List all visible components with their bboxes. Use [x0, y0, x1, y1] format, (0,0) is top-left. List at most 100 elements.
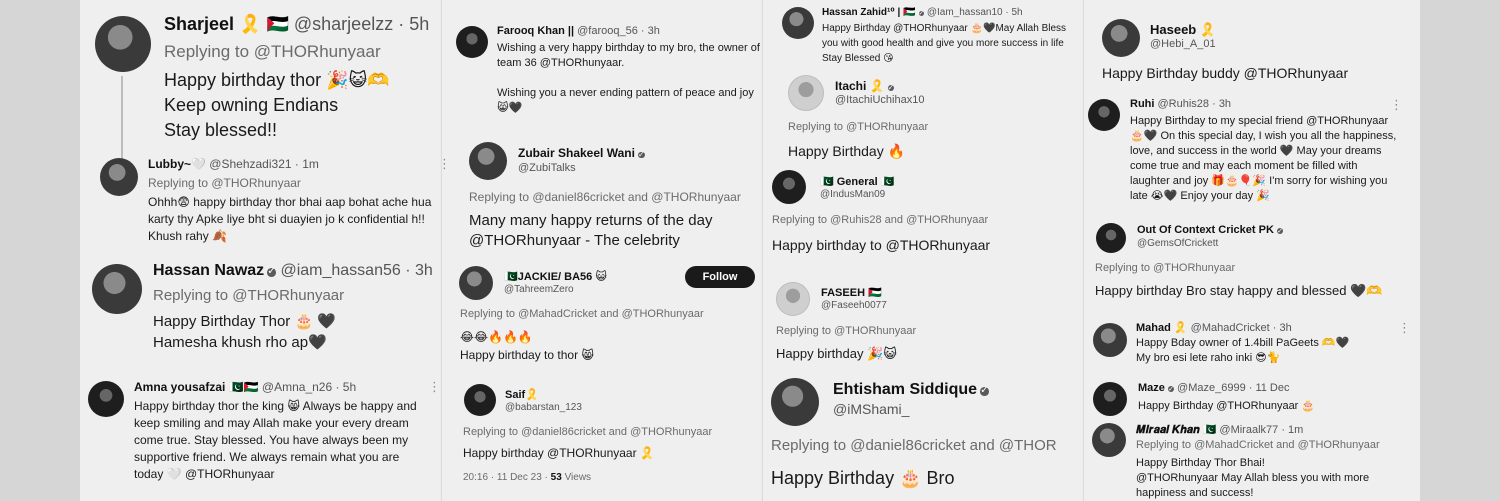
author-name[interactable]: 🇵🇰 General 🇵🇰 [820, 176, 894, 188]
author-name[interactable]: FASEEH 🇵🇸 [821, 287, 882, 299]
author-name[interactable]: Zubair Shakeel Wani [518, 146, 635, 160]
author-name[interactable]: Itachi 🎗️ [835, 79, 885, 93]
replying-to[interactable]: Replying to @THORhunyaar [164, 42, 381, 62]
avatar[interactable] [100, 158, 138, 196]
tweet-line: love, and success in the world 🖤 May you… [1130, 145, 1382, 157]
avatar[interactable] [771, 378, 819, 426]
tweet-text: Happy Birthday Thor Bhai! @THORhunyaar M… [1136, 456, 1369, 501]
avatar[interactable] [1092, 423, 1126, 457]
replying-to[interactable]: Replying to @THORhunyaar [776, 325, 916, 337]
tweet-text: Happy Birthday buddy @THORhunyaar [1102, 64, 1348, 82]
more-options-icon[interactable]: ⋮ [428, 379, 441, 395]
author-handle[interactable]: @Faseeh0077 [821, 300, 887, 311]
tweet-line: Hamesha khush rho ap🖤 [153, 334, 327, 351]
tweet-line: 😸🖤 [497, 102, 523, 114]
tweet-line: Ohhh😨 happy birthday thor bhai aap bohat… [148, 195, 432, 209]
author-handle[interactable]: @ItachiUchihax10 [835, 94, 924, 106]
author-handle[interactable]: @GemsOfCrickett [1137, 238, 1218, 249]
author-handle[interactable]: @MahadCricket · 3h [1191, 322, 1292, 334]
author-handle[interactable]: @IndusMan09 [820, 189, 885, 200]
author-handle[interactable]: @Maze_6999 · 11 Dec [1177, 382, 1289, 394]
author-handle[interactable]: @ZubiTalks [518, 162, 576, 174]
tweet-line: Khush rahy 🍂 [148, 229, 227, 243]
author-handle[interactable]: @Shehzadi321 · 1m [209, 157, 319, 171]
avatar[interactable] [459, 266, 493, 300]
replying-to[interactable]: Replying to @daniel86cricket and @THOR [771, 437, 1057, 454]
verified-badge-icon: ✓ [1167, 384, 1174, 393]
avatar[interactable] [782, 7, 814, 39]
avatar[interactable] [772, 170, 806, 204]
author-handle[interactable]: @Ruhis28 · 3h [1158, 98, 1232, 110]
replying-to[interactable]: Replying to @MahadCricket and @THORhunya… [1136, 439, 1380, 451]
tweet-text: Happy birthday thor the king 😸 Always be… [134, 398, 417, 483]
more-options-icon[interactable]: ⋮ [1398, 320, 1411, 336]
author-name[interactable]: 𝑴𝒊𝒓𝒂𝒂𝒍 𝑲𝒉𝒂𝒏 🇵🇰 [1136, 424, 1216, 436]
author-name[interactable]: Amna yousafzai 🇵🇰🇵🇸 [134, 380, 259, 394]
verified-badge-icon: ✓ [1276, 226, 1283, 235]
tweet-timestamp: 20:16 · 11 Dec 23 · [463, 472, 548, 483]
author-handle[interactable]: @TahreemZero [504, 284, 574, 295]
avatar[interactable] [88, 381, 124, 417]
replying-to[interactable]: Replying to @THORhunyaar [788, 121, 928, 133]
replying-to[interactable]: Replying to @daniel86cricket and @THORhu… [469, 190, 741, 204]
follow-button[interactable]: Follow [685, 266, 755, 288]
tweet-line: happiness and success! [1136, 487, 1254, 499]
author-handle[interactable]: @Hebi_A_01 [1150, 38, 1216, 50]
author-handle[interactable]: @sharjeelzz · 5h [294, 14, 429, 34]
author-name[interactable]: Ruhi [1130, 98, 1154, 110]
author-name[interactable]: Haseeb 🎗️ [1150, 22, 1216, 37]
avatar[interactable] [92, 264, 142, 314]
author-handle[interactable]: @Amna_n26 · 5h [262, 380, 356, 394]
author-name[interactable]: Hassan Zahid¹⁰ | 🇵🇸 [822, 7, 916, 18]
replying-to[interactable]: Replying to @THORhunyaar [148, 176, 301, 190]
replying-to[interactable]: Replying to @THORhunyaar [153, 287, 344, 304]
author-name[interactable]: Saif🎗️ [505, 389, 539, 401]
tweet-text: Ohhh😨 happy birthday thor bhai aap bohat… [148, 194, 431, 245]
tweet-line: keep smiling and may Allah make your eve… [134, 416, 409, 430]
avatar[interactable] [788, 75, 824, 111]
avatar[interactable] [1088, 99, 1120, 131]
author-handle[interactable]: @Miraalk77 · 1m [1219, 424, 1303, 436]
avatar[interactable] [95, 16, 151, 72]
tweet-line: come true and may each moment be filled … [1130, 160, 1358, 172]
tweet-line: Happy Birthday @THORhunyaar 🎂 [1138, 400, 1316, 412]
author-handle[interactable]: @babarstan_123 [505, 402, 582, 413]
author-name[interactable]: 🇵🇰JACKIE/ BA56 😺 [504, 271, 607, 283]
author-name[interactable]: Lubby~🤍 [148, 157, 206, 171]
tweet-text: Many many happy returns of the day @THOR… [469, 211, 712, 251]
avatar[interactable] [1096, 223, 1126, 253]
author-name[interactable]: Hassan Nawaz [153, 262, 264, 279]
avatar[interactable] [1093, 323, 1127, 357]
tweet-text: Happy birthday Bro stay happy and blesse… [1095, 282, 1382, 299]
tweet-line: Happy Birthday buddy @THORhunyaar [1102, 65, 1349, 81]
more-options-icon[interactable]: ⋮ [438, 156, 451, 172]
author-handle[interactable]: @iMShami_ [833, 401, 909, 417]
avatar[interactable] [464, 384, 496, 416]
replying-to[interactable]: Replying to @MahadCricket and @THORhunya… [460, 308, 704, 320]
tweet-line: Many many happy returns of the day [469, 212, 713, 229]
author-handle[interactable]: @Iam_hassan10 · 5h [927, 7, 1023, 18]
avatar[interactable] [1093, 382, 1127, 416]
author-name[interactable]: Mahad 🎗️ [1136, 322, 1188, 334]
replying-to[interactable]: Replying to @THORhunyaar [1095, 262, 1235, 274]
replying-to[interactable]: Replying to @daniel86cricket and @THORhu… [463, 426, 712, 438]
author-name[interactable]: Maze [1138, 382, 1165, 394]
tweet-line: Happy Birthday to my special friend @THO… [1130, 115, 1389, 127]
tweet-line: Happy birthday 🎉😺 [776, 346, 897, 361]
replying-to[interactable]: Replying to @Ruhis28 and @THORhunyaar [772, 214, 988, 226]
tweet-line: Happy Birthday @THORhunyaar 🎂🖤May Allah … [822, 23, 1067, 34]
author-name[interactable]: Ehtisham Siddique [833, 381, 977, 398]
author-name[interactable]: Out Of Context Cricket PK [1137, 224, 1274, 236]
tweet-line: @THORhunyaar May Allah bless you with mo… [1136, 472, 1370, 484]
author-name[interactable]: Farooq Khan || [497, 25, 574, 37]
avatar[interactable] [469, 142, 507, 180]
more-options-icon[interactable]: ⋮ [1390, 97, 1403, 113]
author-handle[interactable]: @iam_hassan56 · 3h [280, 262, 432, 279]
tweet-text: 😂😂🔥🔥🔥 Happy birthday to thor 😸 [460, 328, 594, 364]
author-handle[interactable]: @farooq_56 · 3h [577, 25, 660, 37]
author-name[interactable]: Sharjeel 🎗️ 🇵🇸 [164, 14, 289, 34]
avatar[interactable] [1102, 19, 1140, 57]
tweet-line: @THORhunyaar - The celebrity [469, 232, 680, 249]
avatar[interactable] [456, 26, 488, 58]
avatar[interactable] [776, 282, 810, 316]
